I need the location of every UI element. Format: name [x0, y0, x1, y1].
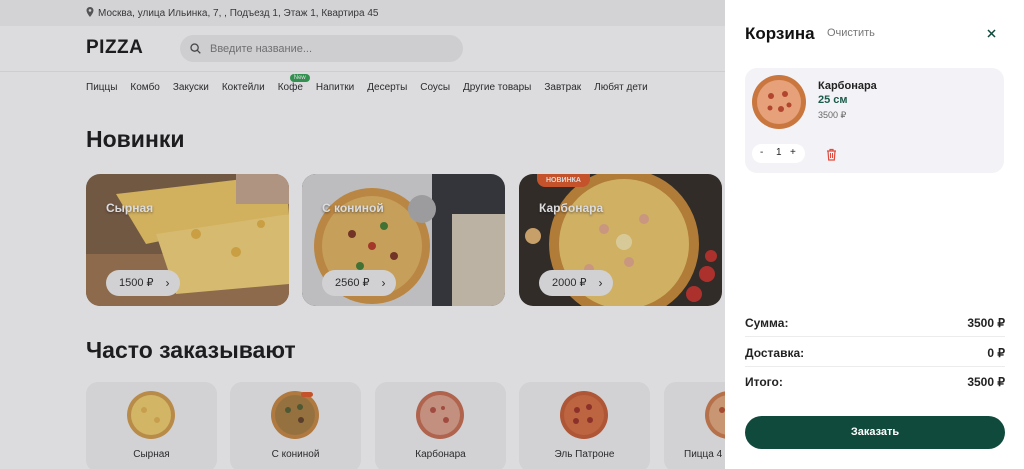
quantity-stepper: - 1 +: [752, 144, 805, 163]
trash-icon[interactable]: [826, 148, 837, 161]
summary-value: 0 ₽: [987, 346, 1005, 360]
modal-overlay[interactable]: [0, 0, 725, 469]
cart-item-image: [752, 75, 806, 129]
decrease-qty-button[interactable]: -: [760, 147, 763, 158]
cart-item-size: 25 см: [818, 94, 848, 106]
summary-subtotal: Сумма: 3500 ₽: [745, 307, 1005, 337]
summary-value: 3500 ₽: [967, 316, 1005, 330]
summary-label: Сумма:: [745, 316, 789, 330]
cart-item-price: 3500 ₽: [818, 110, 847, 120]
clear-cart-button[interactable]: Очистить: [827, 27, 875, 39]
order-button[interactable]: Заказать: [745, 416, 1005, 449]
cart-item-name: Карбонара: [818, 80, 877, 92]
summary-total: Итого: 3500 ₽: [745, 366, 1005, 396]
summary-label: Доставка:: [745, 346, 805, 360]
summary-label: Итого:: [745, 375, 783, 389]
increase-qty-button[interactable]: +: [790, 147, 796, 158]
summary-delivery: Доставка: 0 ₽: [745, 337, 1005, 367]
cart-drawer: Корзина Очистить Карбонара 25 см 3500 ₽ …: [725, 0, 1024, 469]
quantity-value: 1: [776, 147, 782, 158]
cart-item: Карбонара 25 см 3500 ₽ - 1 +: [745, 68, 1004, 173]
close-icon[interactable]: [985, 27, 998, 40]
summary-value: 3500 ₽: [967, 375, 1005, 389]
cart-title: Корзина: [745, 24, 815, 43]
